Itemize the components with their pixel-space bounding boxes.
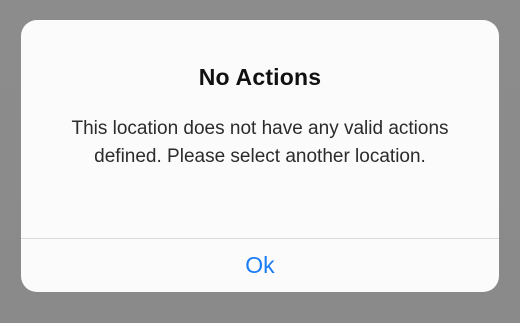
alert-dialog: No Actions This location does not have a… [21,20,499,292]
alert-message: This location does not have any valid ac… [71,118,449,167]
alert-title: No Actions [198,64,322,90]
ok-button[interactable]: Ok [21,239,499,292]
